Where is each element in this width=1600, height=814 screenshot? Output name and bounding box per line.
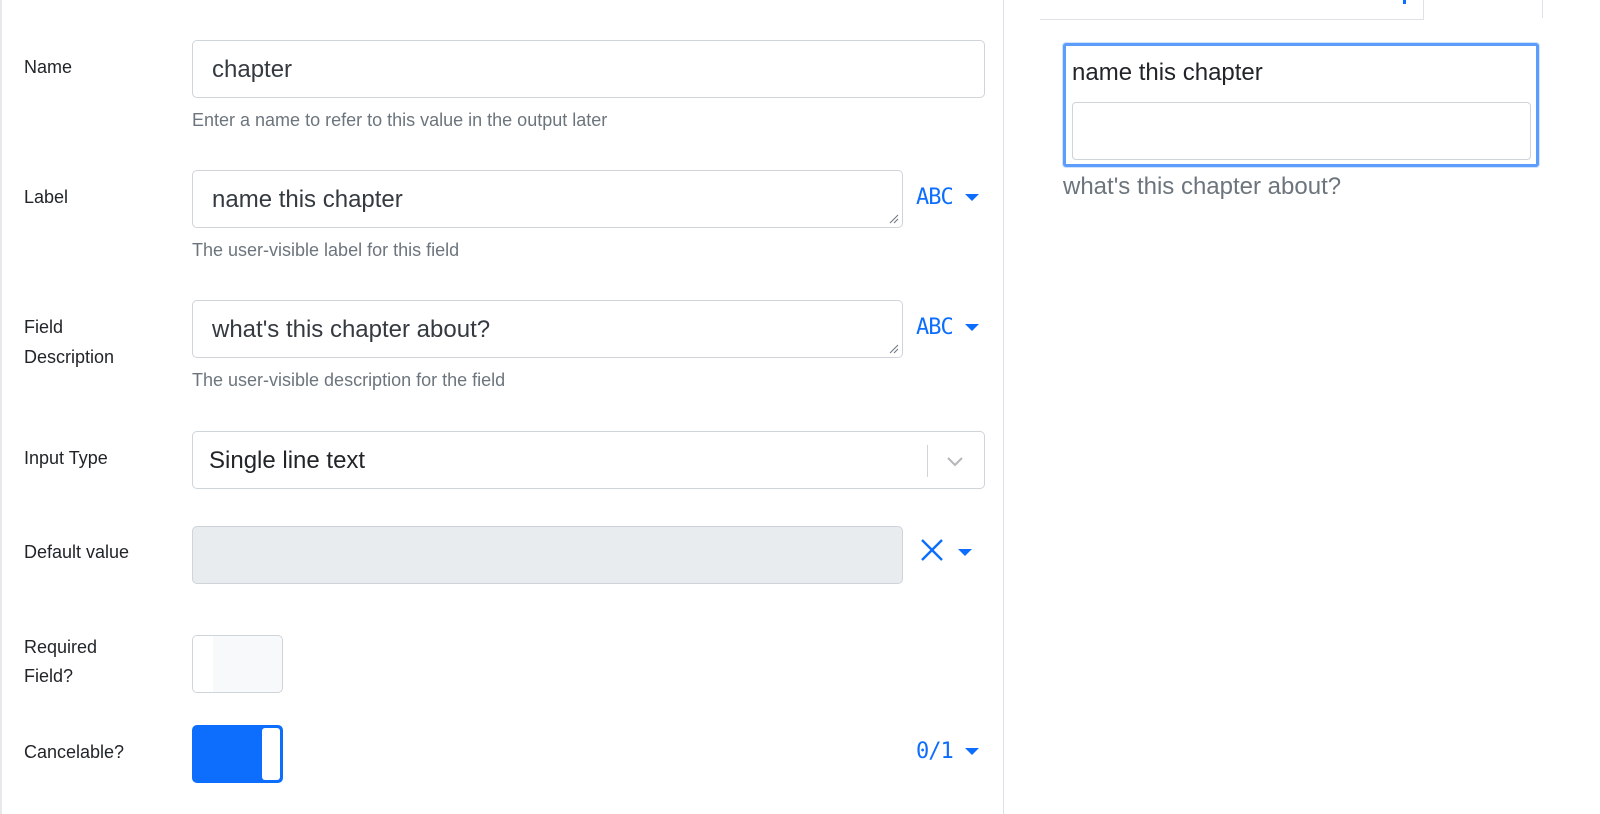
default-value-input <box>192 526 903 584</box>
cancelable-label: Cancelable? <box>24 742 125 762</box>
toggle-knob <box>193 636 213 692</box>
description-label-line2: Description <box>24 347 115 367</box>
description-textarea[interactable]: what's this chapter about? <box>192 300 903 358</box>
cancelable-mode-text: 0/1 <box>916 738 954 764</box>
description-label-line1: Field <box>24 317 64 337</box>
select-separator <box>927 445 928 477</box>
default-value-label: Default value <box>24 542 130 562</box>
label-mode-toggle[interactable]: ABC <box>916 182 979 212</box>
close-icon[interactable] <box>920 538 944 567</box>
input-type-selected-value: Single line text <box>209 447 366 474</box>
cancelable-mode-toggle[interactable]: 0/1 <box>916 736 979 766</box>
cancelable-toggle[interactable] <box>192 725 283 783</box>
tab-indicator <box>1403 0 1406 4</box>
panel-divider <box>1542 0 1543 18</box>
preview-field-label: name this chapter <box>1072 59 1263 86</box>
caret-down-icon <box>964 193 979 201</box>
field-settings-panel: Name chapter Enter a name to refer to th… <box>0 0 1004 814</box>
required-label-line2: Field? <box>24 666 74 686</box>
required-label-line1: Required <box>24 637 98 657</box>
required-toggle[interactable] <box>192 635 283 693</box>
name-input[interactable]: chapter <box>192 40 985 98</box>
description-mode-toggle[interactable]: ABC <box>916 312 979 342</box>
description-mode-text: ABC <box>916 314 954 340</box>
caret-down-icon <box>964 747 979 755</box>
input-type-select[interactable]: Single line text <box>192 431 985 489</box>
description-textarea-value: what's this chapter about? <box>212 316 491 343</box>
caret-down-icon[interactable] <box>958 548 972 556</box>
name-input-value: chapter <box>212 56 293 83</box>
label-label: Label <box>24 187 69 207</box>
preview-tab-strip <box>1040 0 1424 20</box>
name-label: Name <box>24 57 73 77</box>
preview-panel: name this chapter what's this chapter ab… <box>1004 0 1600 814</box>
preview-field-card: name this chapter <box>1063 43 1539 167</box>
default-value-actions <box>920 537 972 567</box>
resize-grip-icon[interactable] <box>889 344 899 354</box>
name-help-text: Enter a name to refer to this value in t… <box>192 110 608 130</box>
input-type-label: Input Type <box>24 448 108 468</box>
chevron-down-icon[interactable] <box>945 452 965 475</box>
toggle-knob <box>262 728 280 780</box>
preview-text-input[interactable] <box>1072 102 1531 160</box>
resize-grip-icon[interactable] <box>889 214 899 224</box>
label-help-text: The user-visible label for this field <box>192 240 460 260</box>
preview-field-description: what's this chapter about? <box>1063 173 1342 200</box>
description-help-text: The user-visible description for the fie… <box>192 370 506 390</box>
label-textarea[interactable]: name this chapter <box>192 170 903 228</box>
label-textarea-value: name this chapter <box>212 186 403 213</box>
label-mode-text: ABC <box>916 184 954 210</box>
caret-down-icon <box>964 323 979 331</box>
